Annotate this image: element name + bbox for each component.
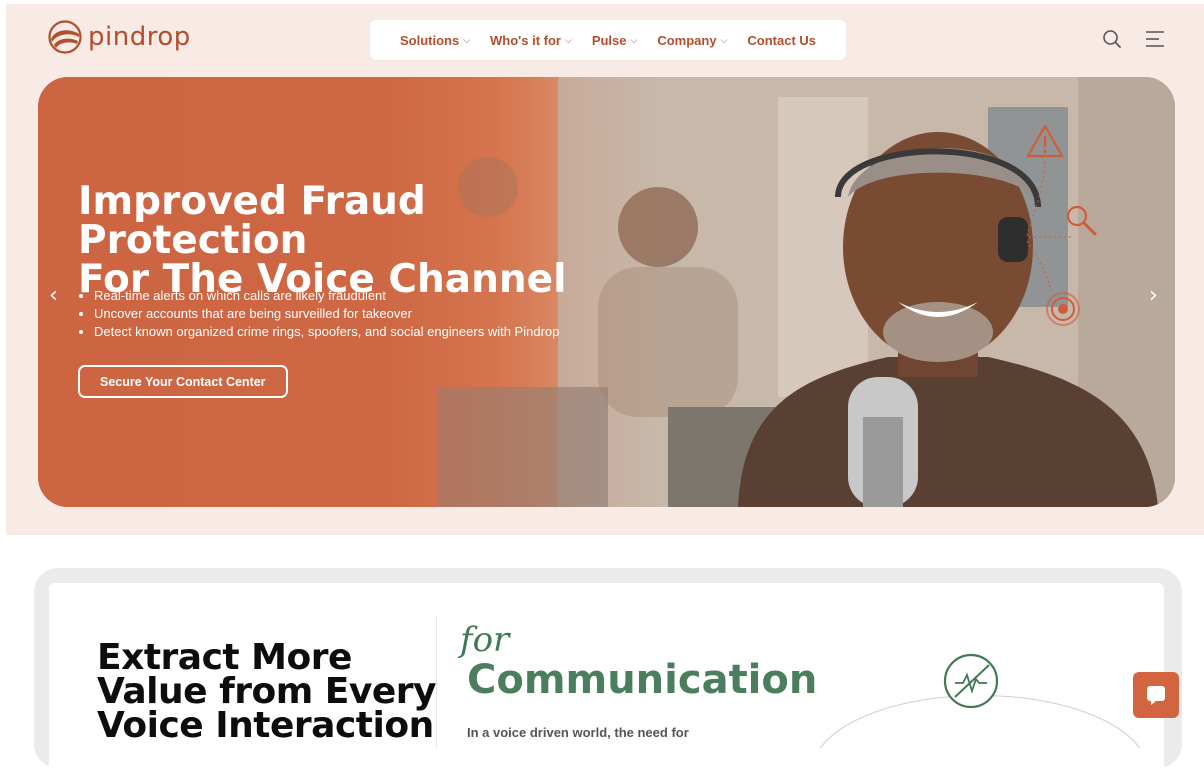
section-divider — [436, 616, 437, 748]
nav-contact-us[interactable]: Contact Us — [747, 33, 816, 48]
menu-icon[interactable] — [1144, 28, 1166, 50]
chevron-left-icon[interactable]: ‹ — [49, 283, 58, 308]
search-icon[interactable] — [1101, 28, 1123, 50]
chevron-down-icon: ⌵ — [564, 34, 572, 45]
orbit-graphic — [819, 653, 1141, 748]
chevron-right-icon[interactable]: › — [1149, 283, 1158, 308]
hero-bullet: Detect known organized crime rings, spoo… — [94, 323, 559, 341]
nav-label: Pulse — [591, 32, 627, 48]
secure-contact-center-button[interactable]: Secure Your Contact Center — [78, 365, 288, 398]
hero-bullet: Uncover accounts that are being surveill… — [94, 305, 559, 323]
nav-whos-it-for[interactable]: Who's it for ⌵ — [490, 33, 572, 48]
communication-title: Communication — [467, 657, 818, 703]
hero-title: Improved Fraud Protection For The Voice … — [78, 182, 638, 299]
chevron-down-icon: ⌵ — [463, 34, 471, 45]
pindrop-logo-mark-icon — [48, 20, 82, 54]
chevron-down-icon: ⌵ — [720, 34, 728, 45]
nav-label: Who's it for — [490, 32, 561, 48]
section-heading-line: Voice Interaction — [97, 705, 434, 746]
warning-icon — [1026, 124, 1064, 158]
chat-launcher-button[interactable] — [1133, 672, 1179, 718]
main-nav: Solutions ⌵ Who's it for ⌵ Pulse ⌵ Compa… — [370, 20, 846, 60]
hero-bullet: Real-time alerts on which calls are like… — [94, 287, 559, 305]
pindrop-logo[interactable]: pindrop — [48, 20, 191, 54]
section-heading: Extract More Value from Every Voice Inte… — [97, 637, 437, 746]
section-heading-line: Extract More — [97, 637, 352, 678]
hero-title-line: Improved Fraud Protection — [78, 179, 426, 263]
nav-label: Company — [657, 32, 717, 48]
logo-wordmark: pindrop — [88, 22, 191, 52]
nav-pulse[interactable]: Pulse ⌵ — [592, 33, 638, 48]
nav-solutions[interactable]: Solutions ⌵ — [400, 33, 470, 48]
script-word: for — [460, 620, 510, 660]
hero-bullet-list: Real-time alerts on which calls are like… — [78, 287, 559, 341]
nav-company[interactable]: Company ⌵ — [657, 33, 727, 48]
chevron-down-icon: ⌵ — [630, 34, 638, 45]
connector-lines — [1026, 160, 1071, 292]
section-lead-text: In a voice driven world, the need for — [467, 725, 689, 740]
section-heading-line: Value from Every — [97, 671, 437, 712]
chat-bubble-icon — [1147, 686, 1165, 705]
nav-label: Solutions — [399, 32, 460, 48]
hero-carousel: Improved Fraud Protection For The Voice … — [38, 77, 1175, 507]
nav-label: Contact Us — [747, 32, 817, 48]
